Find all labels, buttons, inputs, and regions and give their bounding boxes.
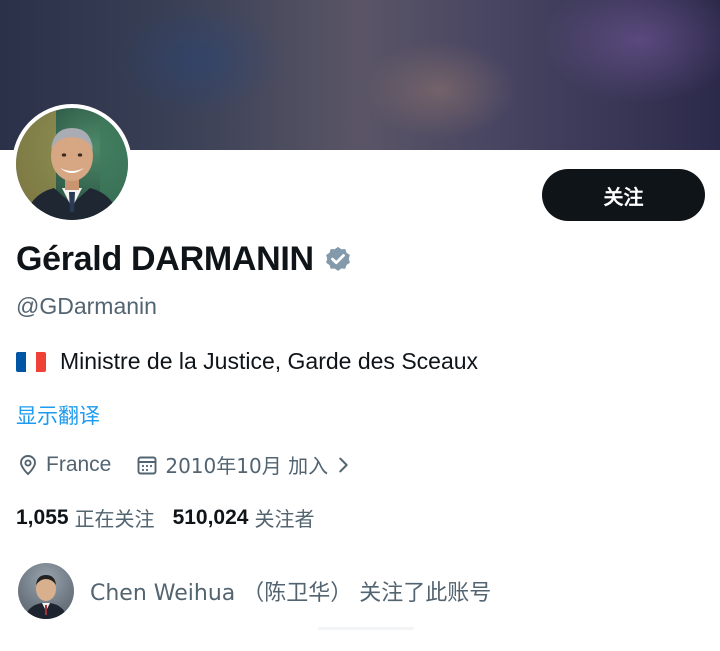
display-name: Gérald DARMANIN bbox=[16, 240, 314, 278]
name-row: Gérald DARMANIN bbox=[16, 240, 353, 279]
verified-badge-icon[interactable] bbox=[323, 245, 353, 275]
following-stat[interactable]: 1,055 正在关注 bbox=[16, 503, 155, 532]
profile-meta: France 2010年10月 加入 bbox=[16, 450, 360, 479]
france-flag-icon bbox=[16, 351, 46, 372]
followers-count: 510,024 bbox=[172, 505, 249, 529]
follower-avatar[interactable] bbox=[18, 563, 74, 619]
followers-label: 关注者 bbox=[254, 507, 315, 531]
show-translation-link[interactable]: 显示翻译 bbox=[16, 400, 100, 430]
following-count: 1,055 bbox=[16, 505, 69, 529]
follow-button[interactable]: 关注 bbox=[542, 169, 705, 221]
profile-avatar[interactable] bbox=[16, 108, 128, 220]
followed-by-row[interactable]: Chen Weihua （陈卫华） 关注了此账号 bbox=[18, 563, 491, 619]
following-label: 正在关注 bbox=[74, 507, 155, 531]
calendar-icon bbox=[137, 456, 157, 474]
followed-by-text: Chen Weihua （陈卫华） 关注了此账号 bbox=[90, 581, 492, 606]
chevron-right-icon bbox=[339, 457, 348, 472]
join-date-item[interactable]: 2010年10月 加入 bbox=[135, 450, 360, 479]
profile-handle: @GDarmanin bbox=[16, 293, 157, 319]
follower-photo bbox=[24, 575, 68, 619]
location-text: France bbox=[46, 452, 112, 476]
location-pin-icon bbox=[20, 454, 36, 475]
profile-bio: Ministre de la Justice, Garde des Sceaux bbox=[16, 348, 478, 375]
scroll-indicator bbox=[318, 627, 414, 630]
profile-photo bbox=[16, 108, 128, 220]
join-date-text: 2010年10月 加入 bbox=[165, 454, 329, 478]
location-item: France bbox=[16, 453, 111, 477]
bio-text: Ministre de la Justice, Garde des Sceaux bbox=[60, 348, 479, 374]
follow-stats: 1,055 正在关注 510,024 关注者 bbox=[16, 503, 314, 532]
followers-stat[interactable]: 510,024 关注者 bbox=[173, 503, 315, 532]
